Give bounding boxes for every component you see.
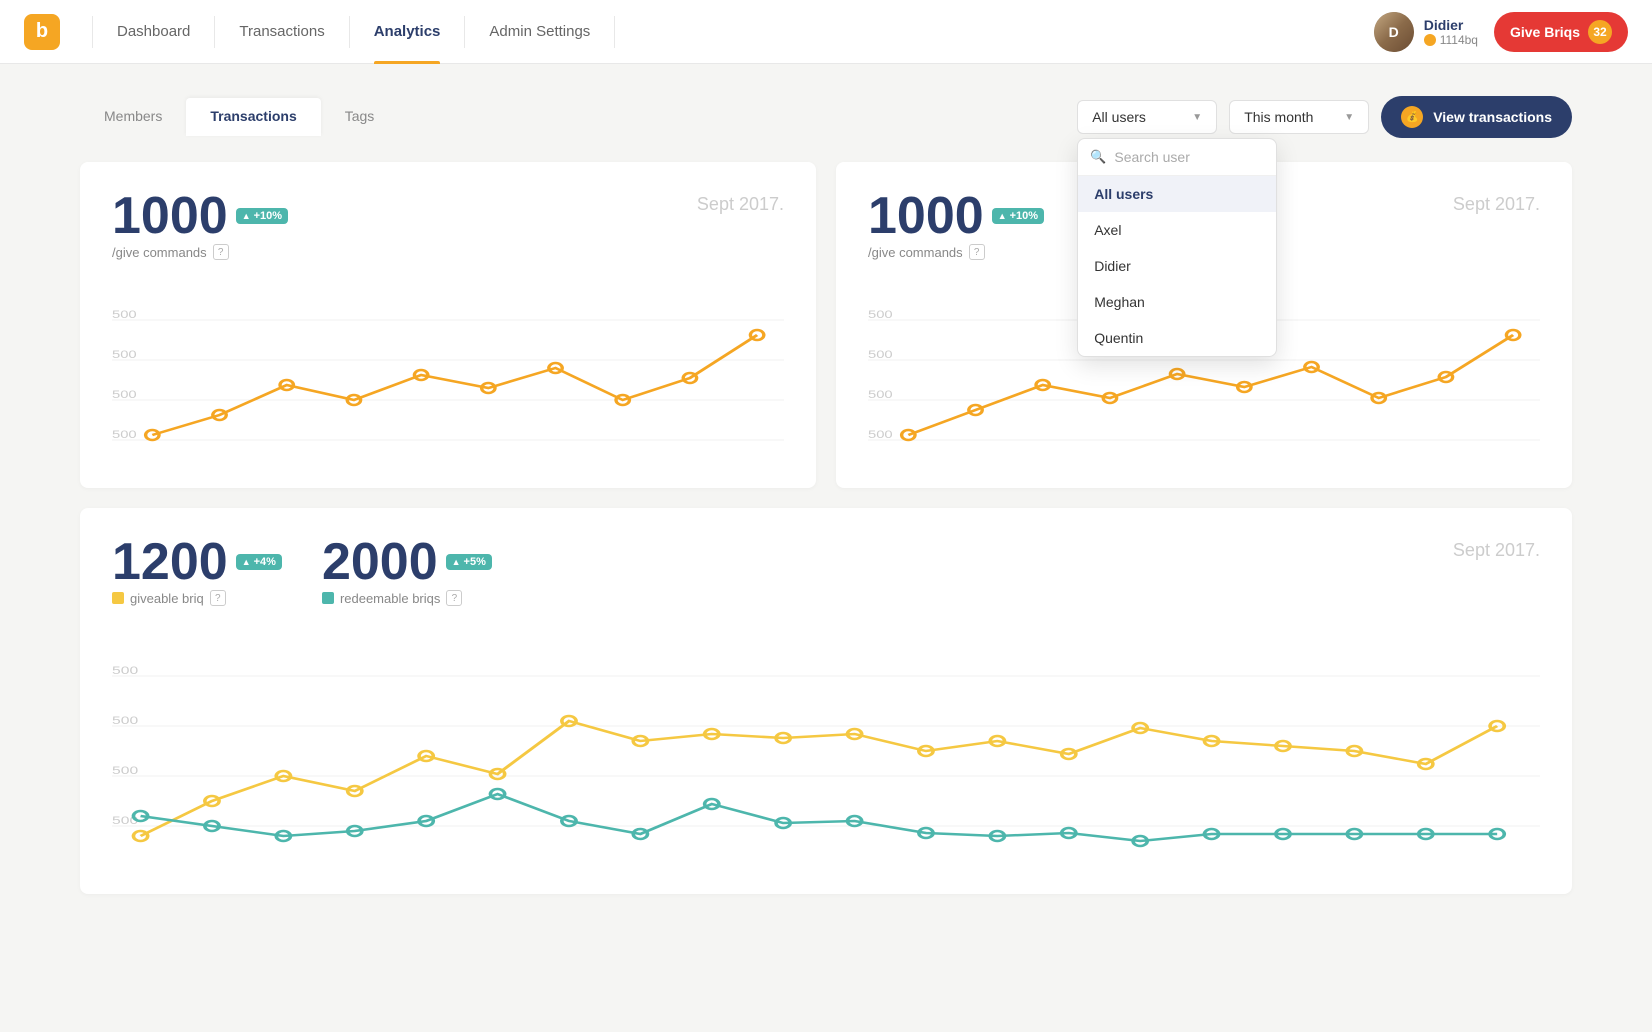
- svg-text:500: 500: [112, 348, 137, 361]
- search-input[interactable]: [1114, 149, 1264, 165]
- top-cards-row: 1000 ▲ +10% /give commands ? Sept 2017.: [80, 162, 1572, 488]
- coin-icon-2: 💰: [1401, 106, 1423, 128]
- svg-text:500: 500: [112, 308, 137, 321]
- card1-value-row: 1000 ▲ +10%: [112, 190, 288, 242]
- svg-text:500: 500: [868, 428, 893, 441]
- user-name: Didier: [1424, 17, 1478, 33]
- bottom-values: 1200 ▲ +4% giveable briq ? 2000: [112, 536, 492, 606]
- main-content: Members Transactions Tags All users ▼ 🔍 …: [0, 64, 1652, 926]
- svg-text:500: 500: [868, 308, 893, 321]
- svg-text:500: 500: [868, 388, 893, 401]
- bottom-label-2: redeemable briqs ?: [322, 590, 492, 606]
- up-icon: ▲: [242, 211, 251, 221]
- help-icon-3[interactable]: ?: [210, 590, 226, 606]
- coin-icon: [1424, 34, 1436, 46]
- chevron-down-icon-2: ▼: [1344, 112, 1354, 123]
- card1-label: /give commands ?: [112, 244, 288, 260]
- svg-text:500: 500: [112, 388, 137, 401]
- card2-label: /give commands ?: [868, 244, 1044, 260]
- tab-transactions[interactable]: Transactions: [186, 98, 320, 136]
- this-month-trigger[interactable]: This month ▼: [1229, 100, 1369, 134]
- svg-text:500: 500: [112, 428, 137, 441]
- dropdown-option-meghan[interactable]: Meghan: [1078, 284, 1276, 320]
- nav-divider-5: [614, 16, 615, 48]
- card1-value: 1000: [112, 190, 228, 242]
- help-icon-1[interactable]: ?: [213, 244, 229, 260]
- tab-members[interactable]: Members: [80, 98, 186, 136]
- avatar: D: [1374, 12, 1414, 52]
- user-details: Didier 1114bq: [1424, 17, 1478, 47]
- svg-text:500: 500: [868, 348, 893, 361]
- nav-item-dashboard[interactable]: Dashboard: [93, 0, 214, 64]
- card1-date: Sept 2017.: [697, 194, 784, 215]
- tab-tags[interactable]: Tags: [321, 98, 399, 136]
- tabs-row: Members Transactions Tags All users ▼ 🔍 …: [80, 96, 1572, 138]
- tabs: Members Transactions Tags: [80, 98, 398, 136]
- all-users-menu: 🔍 All users Axel Didier Meghan Quentin: [1077, 138, 1277, 357]
- card1-svg: 500 500 500 500: [112, 280, 784, 460]
- user-handle: 1114bq: [1424, 33, 1478, 47]
- bottom-card-badge-1: ▲ +4%: [236, 554, 282, 570]
- card1-value-section: 1000 ▲ +10% /give commands ?: [112, 190, 288, 260]
- bottom-card: 1200 ▲ +4% giveable briq ? 2000: [80, 508, 1572, 894]
- svg-text:500: 500: [112, 764, 138, 776]
- nav-right: D Didier 1114bq Give Briqs 32: [1374, 12, 1628, 52]
- help-icon-4[interactable]: ?: [446, 590, 462, 606]
- avatar-image: D: [1374, 12, 1414, 52]
- dropdown-option-quentin[interactable]: Quentin: [1078, 320, 1276, 356]
- bottom-card-date: Sept 2017.: [1453, 540, 1540, 561]
- chevron-down-icon: ▼: [1192, 112, 1202, 123]
- up-icon-4: ▲: [452, 557, 461, 567]
- navbar: b Dashboard Transactions Analytics Admin…: [0, 0, 1652, 64]
- bottom-value-2: 2000 ▲ +5% redeemable briqs ?: [322, 536, 492, 606]
- bottom-value-row-1: 1200 ▲ +4%: [112, 536, 282, 588]
- bottom-chart: 500 500 500 500: [112, 626, 1540, 866]
- card2-badge: ▲ +10%: [992, 208, 1044, 224]
- card2-value-section: 1000 ▲ +10% /give commands ?: [868, 190, 1044, 260]
- bottom-card-badge-2: ▲ +5%: [446, 554, 492, 570]
- nav-item-analytics[interactable]: Analytics: [350, 0, 465, 64]
- bottom-value-1: 1200 ▲ +4% giveable briq ?: [112, 536, 282, 606]
- all-users-trigger[interactable]: All users ▼: [1077, 100, 1217, 134]
- bottom-card-header: 1200 ▲ +4% giveable briq ? 2000: [112, 536, 1540, 606]
- card1-header: 1000 ▲ +10% /give commands ? Sept 2017.: [112, 190, 784, 260]
- svg-text:500: 500: [112, 664, 138, 676]
- up-icon-2: ▲: [998, 211, 1007, 221]
- card2-date: Sept 2017.: [1453, 194, 1540, 215]
- card2-value: 1000: [868, 190, 984, 242]
- gold-dot-icon: [112, 592, 124, 604]
- search-icon: 🔍: [1090, 149, 1106, 165]
- nav-items: Dashboard Transactions Analytics Admin S…: [92, 0, 1374, 64]
- briqs-count-badge: 32: [1588, 20, 1612, 44]
- bottom-svg: 500 500 500 500: [112, 626, 1540, 866]
- all-users-dropdown[interactable]: All users ▼ 🔍 All users Axel Didier Megh…: [1077, 100, 1217, 134]
- dropdown-search-container: 🔍: [1078, 139, 1276, 176]
- this-month-dropdown[interactable]: This month ▼: [1229, 100, 1369, 134]
- give-commands-card-1: 1000 ▲ +10% /give commands ? Sept 2017.: [80, 162, 816, 488]
- bottom-card-value-1: 1200: [112, 536, 228, 588]
- view-transactions-button[interactable]: 💰 View transactions: [1381, 96, 1572, 138]
- help-icon-2[interactable]: ?: [969, 244, 985, 260]
- teal-dot-icon: [322, 592, 334, 604]
- dropdown-option-axel[interactable]: Axel: [1078, 212, 1276, 248]
- dropdown-option-all-users[interactable]: All users: [1078, 176, 1276, 212]
- card1-badge: ▲ +10%: [236, 208, 288, 224]
- user-info: D Didier 1114bq: [1374, 12, 1478, 52]
- bottom-card-value-2: 2000: [322, 536, 438, 588]
- logo[interactable]: b: [24, 14, 60, 50]
- nav-item-transactions[interactable]: Transactions: [215, 0, 348, 64]
- nav-item-admin-settings[interactable]: Admin Settings: [465, 0, 614, 64]
- give-briqs-button[interactable]: Give Briqs 32: [1494, 12, 1628, 52]
- dropdown-option-didier[interactable]: Didier: [1078, 248, 1276, 284]
- svg-text:500: 500: [112, 714, 138, 726]
- up-icon-3: ▲: [242, 557, 251, 567]
- bottom-value-row-2: 2000 ▲ +5%: [322, 536, 492, 588]
- bottom-label-1: giveable briq ?: [112, 590, 282, 606]
- card1-chart: 500 500 500 500: [112, 280, 784, 460]
- card2-value-row: 1000 ▲ +10%: [868, 190, 1044, 242]
- controls: All users ▼ 🔍 All users Axel Didier Megh…: [1077, 96, 1572, 138]
